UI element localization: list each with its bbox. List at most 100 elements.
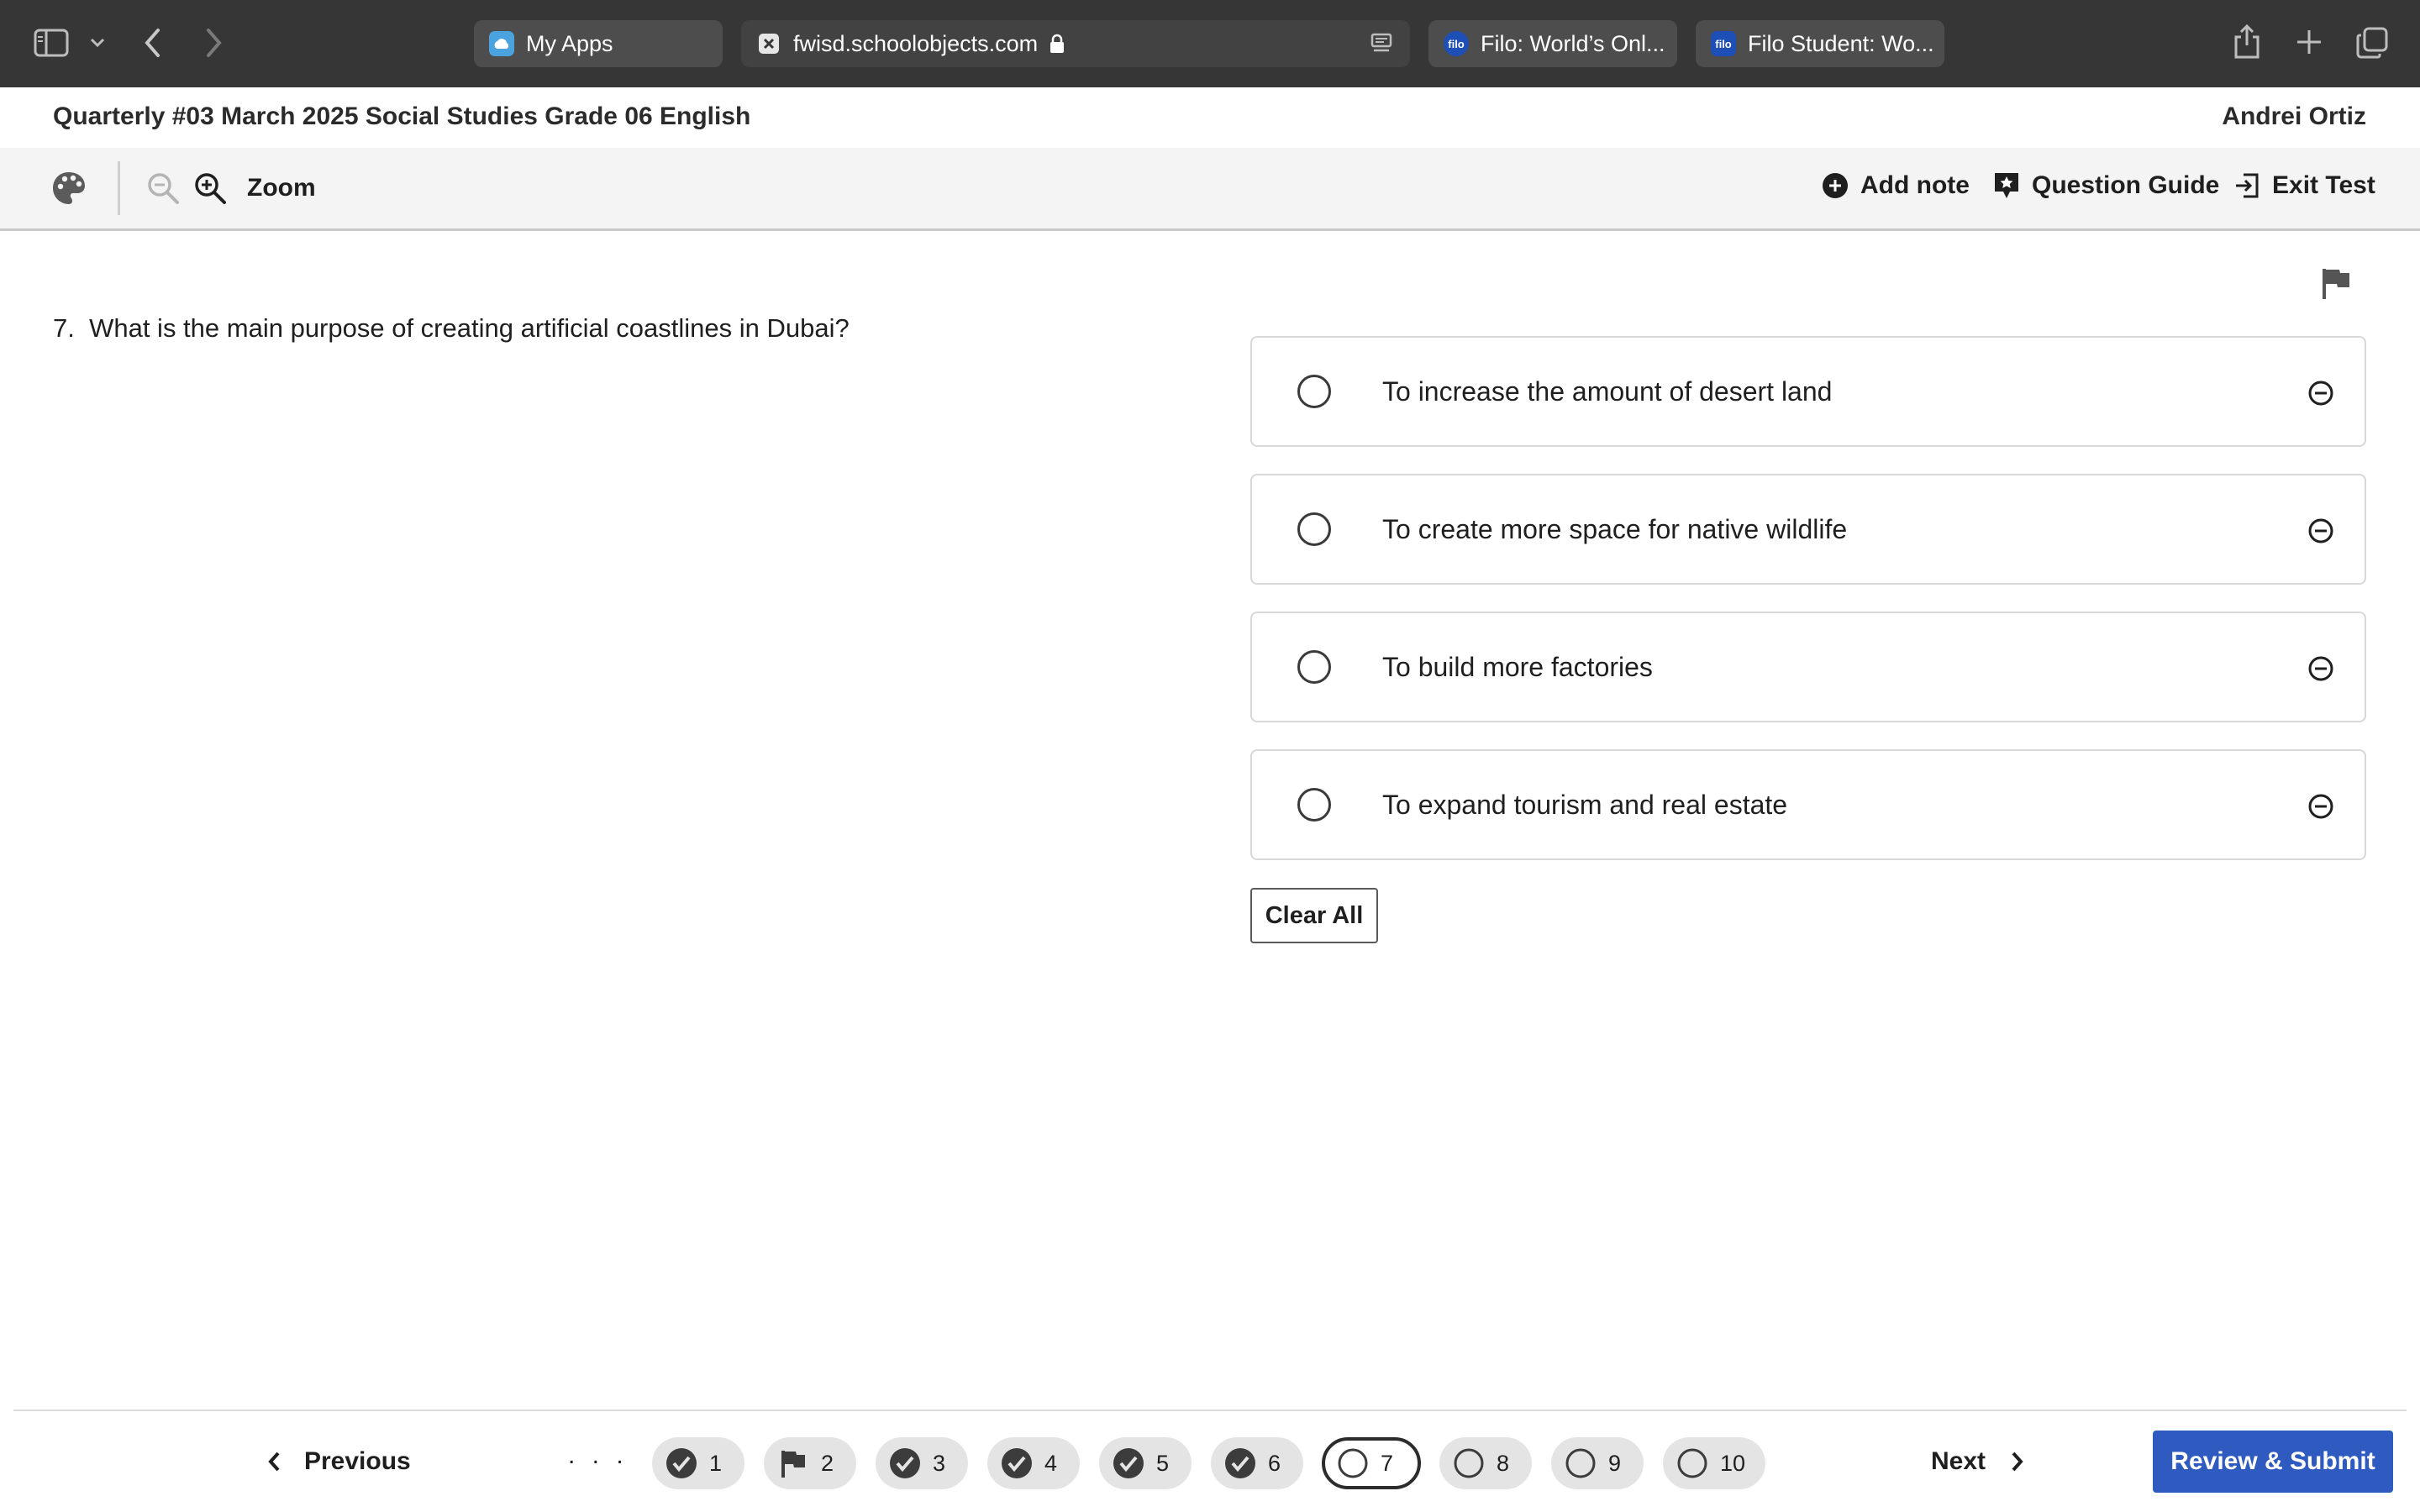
tab-overview-icon[interactable]	[2356, 27, 2388, 59]
answer-choice-b[interactable]: To create more space for native wildlife	[1250, 474, 2366, 585]
next-button[interactable]: Next	[1931, 1436, 2024, 1487]
zoom-label: Zoom	[247, 174, 316, 202]
palette-icon	[50, 170, 87, 207]
back-arrow-icon[interactable]	[143, 27, 163, 59]
question-nav-pill[interactable]: 2	[764, 1437, 856, 1489]
add-note-button[interactable]: Add note	[1822, 171, 1970, 200]
choice-text: To build more factories	[1382, 652, 1653, 682]
browser-toolbar: My Apps fwisd.schoolobjects.com filo Fil…	[0, 0, 2420, 87]
question-nav-pill[interactable]: 3	[876, 1437, 968, 1489]
chevron-right-icon	[2011, 1451, 2024, 1473]
previous-button[interactable]: Previous	[267, 1436, 411, 1487]
answer-choice-d[interactable]: To expand tourism and real estate	[1250, 749, 2366, 860]
question-number-label: 5	[1156, 1450, 1170, 1476]
eliminate-choice-icon[interactable]	[2307, 380, 2334, 407]
zoom-out-button[interactable]	[146, 171, 180, 205]
unanswered-circle-icon	[1676, 1447, 1708, 1479]
choice-text: To create more space for native wildlife	[1382, 514, 1848, 544]
question-nav-pill[interactable]: 6	[1211, 1437, 1303, 1489]
test-toolbar: Zoom Add note Question Guide Exit Test	[0, 148, 2420, 231]
tab-filo-student[interactable]: filo Filo Student: Wo...	[1696, 20, 1944, 67]
question-nav-pill[interactable]: 5	[1099, 1437, 1192, 1489]
new-tab-icon[interactable]	[2296, 29, 2323, 55]
question-nav-pill[interactable]: 8	[1439, 1437, 1532, 1489]
share-icon[interactable]	[2232, 24, 2262, 60]
question-number-label: 6	[1268, 1450, 1281, 1476]
unanswered-circle-icon	[1337, 1447, 1369, 1479]
student-name: Andrei Ortiz	[2222, 102, 2366, 130]
reader-view-icon[interactable]	[1370, 32, 1393, 55]
toolbar-divider	[118, 161, 120, 215]
flag-icon	[2321, 267, 2351, 301]
question-nav-pill[interactable]: 9	[1551, 1437, 1644, 1489]
more-questions-ellipsis[interactable]: . . .	[568, 1441, 629, 1470]
eliminate-choice-icon[interactable]	[2307, 517, 2334, 544]
question-prompt: 7. What is the main purpose of creating …	[53, 313, 850, 344]
question-number-label: 10	[1720, 1450, 1746, 1476]
exit-test-button[interactable]: Exit Test	[2233, 171, 2375, 200]
guide-note-icon	[1993, 171, 2020, 200]
radio-button[interactable]	[1297, 650, 1331, 684]
address-bar[interactable]: fwisd.schoolobjects.com	[741, 20, 1410, 67]
test-header: Quarterly #03 March 2025 Social Studies …	[0, 87, 2420, 148]
exit-icon	[2233, 172, 2260, 199]
lock-icon	[1050, 34, 1065, 54]
question-number: 7.	[53, 313, 75, 343]
question-number-label: 8	[1497, 1450, 1510, 1476]
answered-check-icon	[666, 1447, 697, 1479]
clear-all-button[interactable]: Clear All	[1250, 888, 1378, 943]
question-number-label: 4	[1044, 1450, 1058, 1476]
tab-title: My Apps	[526, 30, 613, 56]
unanswered-circle-icon	[1565, 1447, 1597, 1479]
question-number-label: 9	[1608, 1450, 1622, 1476]
radio-button[interactable]	[1297, 512, 1331, 546]
tab-filo-world[interactable]: filo Filo: World’s Onl...	[1428, 20, 1677, 67]
forward-arrow-icon[interactable]	[203, 27, 224, 59]
zoom-out-icon	[146, 171, 180, 205]
question-text: What is the main purpose of creating art…	[89, 313, 850, 343]
flag-icon	[777, 1447, 809, 1479]
answer-choice-a[interactable]: To increase the amount of desert land	[1250, 336, 2366, 447]
eliminate-choice-icon[interactable]	[2307, 793, 2334, 820]
next-label: Next	[1931, 1447, 1986, 1475]
flag-question-button[interactable]	[2321, 267, 2351, 301]
color-theme-button[interactable]	[50, 170, 87, 207]
tab-my-apps[interactable]: My Apps	[474, 20, 723, 67]
question-number-label: 2	[821, 1450, 834, 1476]
question-number-label: 1	[709, 1450, 723, 1476]
review-submit-button[interactable]: Review & Submit	[2153, 1431, 2393, 1493]
close-x-icon	[756, 31, 781, 56]
cloud-app-icon	[489, 31, 514, 56]
test-title: Quarterly #03 March 2025 Social Studies …	[53, 102, 751, 130]
previous-label: Previous	[304, 1447, 411, 1475]
exit-test-label: Exit Test	[2272, 171, 2375, 199]
chevron-down-icon[interactable]	[89, 37, 106, 49]
zoom-in-icon	[193, 171, 227, 205]
unanswered-circle-icon	[1453, 1447, 1485, 1479]
sidebar-toggle-icon[interactable]	[34, 29, 69, 57]
answer-choice-c[interactable]: To build more factories	[1250, 612, 2366, 722]
question-nav-pill[interactable]: 4	[987, 1437, 1080, 1489]
zoom-in-button[interactable]: Zoom	[193, 171, 316, 205]
url-text: fwisd.schoolobjects.com	[793, 30, 1039, 56]
answered-check-icon	[1113, 1447, 1144, 1479]
question-nav-pill[interactable]: 7	[1322, 1437, 1421, 1489]
question-guide-label: Question Guide	[2032, 171, 2220, 199]
question-number-label: 3	[933, 1450, 946, 1476]
question-nav-pill[interactable]: 10	[1663, 1437, 1765, 1489]
tab-title: Filo Student: Wo...	[1748, 30, 1934, 56]
add-note-label: Add note	[1860, 171, 1970, 199]
eliminate-choice-icon[interactable]	[2307, 655, 2334, 682]
answered-check-icon	[1224, 1447, 1256, 1479]
question-nav-pill[interactable]: 1	[652, 1437, 744, 1489]
footer-divider	[13, 1410, 2407, 1411]
answered-check-icon	[1001, 1447, 1033, 1479]
filo-logo: filo	[1444, 31, 1469, 56]
chevron-left-icon	[267, 1451, 281, 1473]
question-guide-button[interactable]: Question Guide	[1993, 171, 2219, 200]
choice-text: To expand tourism and real estate	[1382, 790, 1788, 820]
radio-button[interactable]	[1297, 375, 1331, 408]
answered-check-icon	[889, 1447, 921, 1479]
filo-logo: filo	[1711, 31, 1736, 56]
radio-button[interactable]	[1297, 788, 1331, 822]
